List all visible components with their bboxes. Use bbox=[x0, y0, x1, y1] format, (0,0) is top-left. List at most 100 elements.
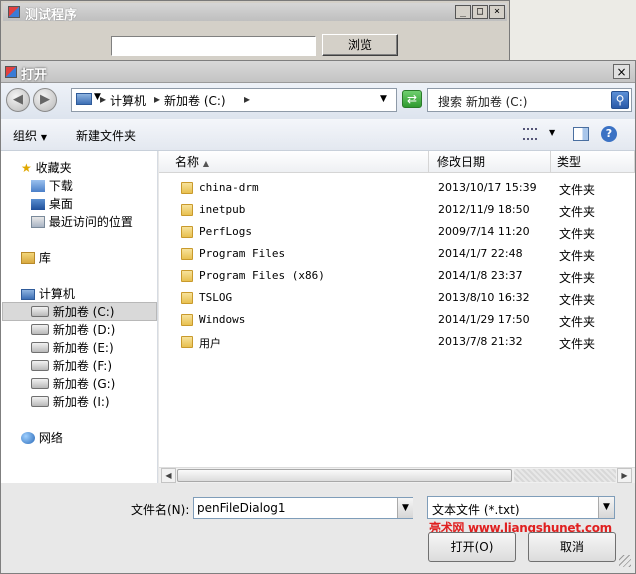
star-icon: ★ bbox=[21, 161, 32, 175]
sidebar-drive-i[interactable]: 新加卷 (I:) bbox=[31, 393, 110, 411]
file-name: inetpub bbox=[199, 203, 246, 216]
view-options-icon[interactable] bbox=[523, 128, 537, 140]
drive-icon bbox=[31, 324, 49, 335]
sidebar-item-computer[interactable]: 计算机 bbox=[21, 285, 75, 303]
network-icon bbox=[21, 432, 35, 444]
table-row[interactable]: PerfLogs 2009/7/14 11:20 文件夹 bbox=[173, 221, 633, 243]
drive-icon bbox=[31, 306, 49, 317]
table-row[interactable]: Program Files 2014/1/7 22:48 文件夹 bbox=[173, 243, 633, 265]
view-dropdown-arrow[interactable]: ▼ bbox=[549, 128, 555, 137]
sidebar-item-label: 新加卷 (G:) bbox=[52, 377, 116, 391]
search-icon[interactable]: ⚲ bbox=[611, 91, 629, 109]
drive-icon bbox=[31, 396, 49, 407]
file-name: 用户 bbox=[199, 337, 221, 350]
table-row[interactable]: Windows 2014/1/29 17:50 文件夹 bbox=[173, 309, 633, 331]
search-placeholder: 搜索 新加卷 (C:) bbox=[438, 95, 528, 109]
address-computer[interactable]: 计算机 bbox=[110, 92, 146, 109]
dialog-icon bbox=[5, 66, 17, 78]
file-type: 文件夹 bbox=[559, 249, 596, 263]
folder-icon bbox=[181, 248, 193, 260]
back-arrow-icon[interactable]: ◀ bbox=[6, 88, 30, 112]
sidebar-drive-c[interactable]: 新加卷 (C:) bbox=[31, 303, 114, 321]
table-row[interactable]: TSLOG 2013/8/10 16:32 文件夹 bbox=[173, 287, 633, 309]
sidebar-item-desktop[interactable]: 桌面 bbox=[31, 195, 73, 213]
sidebar-item-label: 新加卷 (F:) bbox=[52, 359, 113, 373]
organize-button[interactable]: 组织 ▼ bbox=[13, 127, 47, 144]
sidebar-item-recent[interactable]: 最近访问的位置 bbox=[31, 213, 133, 231]
file-date: 2013/7/8 21:32 bbox=[438, 335, 523, 348]
file-type: 文件夹 bbox=[559, 205, 596, 219]
chevron-down-icon: ▼ bbox=[40, 133, 47, 142]
dialog-titlebar: 打开 × bbox=[1, 61, 635, 83]
file-type: 文件夹 bbox=[559, 271, 596, 285]
file-name: PerfLogs bbox=[199, 225, 252, 238]
address-sep-3: ▸ bbox=[244, 92, 251, 106]
address-bar[interactable]: ▼ ▸ 计算机 ▸ 新加卷 (C:) ▸ ▼ bbox=[71, 88, 397, 112]
scrollbar-thumb[interactable] bbox=[177, 469, 512, 482]
file-type: 文件夹 bbox=[559, 293, 596, 307]
column-header-type[interactable]: 类型 bbox=[551, 151, 635, 173]
resize-grip[interactable] bbox=[619, 555, 631, 567]
open-file-dialog: 打开 × ◀ ▶ ▼ ▸ 计算机 ▸ 新加卷 (C:) ▸ ▼ ⇄ 搜索 新加卷… bbox=[0, 60, 636, 574]
filename-field[interactable]: penFileDialog1 ▼ bbox=[193, 497, 413, 519]
cancel-button[interactable]: 取消 bbox=[528, 532, 616, 562]
navigation-bar: ◀ ▶ ▼ ▸ 计算机 ▸ 新加卷 (C:) ▸ ▼ ⇄ 搜索 新加卷 (C:)… bbox=[1, 83, 635, 119]
file-selection-area: 文件名(N): penFileDialog1 ▼ 文本文件 (*.txt) ▼ … bbox=[1, 483, 635, 573]
drive-icon bbox=[31, 342, 49, 353]
scroll-left-arrow[interactable]: ◀ bbox=[161, 468, 176, 483]
chevron-down-icon[interactable]: ▼ bbox=[397, 498, 413, 518]
column-header-modified[interactable]: 修改日期 bbox=[429, 151, 551, 173]
file-date: 2013/8/10 16:32 bbox=[438, 291, 530, 304]
help-icon[interactable]: ? bbox=[601, 126, 617, 142]
open-button[interactable]: 打开(O) bbox=[428, 532, 516, 562]
chevron-down-icon[interactable]: ▼ bbox=[598, 497, 614, 518]
sidebar-drive-d[interactable]: 新加卷 (D:) bbox=[31, 321, 115, 339]
dialog-close-button[interactable]: × bbox=[613, 64, 630, 79]
filename-label: 文件名(N): bbox=[131, 503, 190, 517]
table-row[interactable]: china-drm 2013/10/17 15:39 文件夹 bbox=[173, 177, 633, 199]
table-row[interactable]: inetpub 2012/11/9 18:50 文件夹 bbox=[173, 199, 633, 221]
sidebar-item-network[interactable]: 网络 bbox=[21, 429, 63, 447]
filename-value: penFileDialog1 bbox=[197, 501, 286, 515]
file-date: 2009/7/14 11:20 bbox=[438, 225, 530, 238]
scrollbar-track bbox=[514, 469, 616, 482]
horizontal-scrollbar[interactable]: ◀ ▶ bbox=[159, 467, 635, 483]
folder-icon bbox=[181, 182, 193, 194]
sidebar-item-libraries[interactable]: 库 bbox=[21, 249, 51, 267]
maximize-button[interactable]: □ bbox=[472, 5, 488, 19]
file-date: 2013/10/17 15:39 bbox=[438, 181, 537, 194]
file-path-input[interactable] bbox=[111, 36, 316, 56]
file-name: Program Files (x86) bbox=[199, 269, 325, 282]
file-name: china-drm bbox=[199, 181, 259, 194]
close-button[interactable]: × bbox=[489, 5, 505, 19]
organize-label: 组织 bbox=[13, 129, 38, 143]
address-drive[interactable]: 新加卷 (C:) bbox=[164, 92, 226, 109]
sidebar-item-downloads[interactable]: 下载 bbox=[31, 177, 73, 195]
column-header-name[interactable]: 名称 ▲ bbox=[159, 151, 429, 173]
table-row[interactable]: Program Files (x86) 2014/1/8 23:37 文件夹 bbox=[173, 265, 633, 287]
sidebar-drive-f[interactable]: 新加卷 (F:) bbox=[31, 357, 112, 375]
window-title: 测试程序 bbox=[25, 8, 78, 23]
sidebar-drive-e[interactable]: 新加卷 (E:) bbox=[31, 339, 114, 357]
sidebar-drive-g[interactable]: 新加卷 (G:) bbox=[31, 375, 115, 393]
command-toolbar: 组织 ▼ 新建文件夹 ▼ ? bbox=[1, 119, 635, 151]
minimize-button[interactable]: _ bbox=[455, 5, 471, 19]
refresh-icon[interactable]: ⇄ bbox=[402, 90, 422, 108]
preview-pane-icon[interactable] bbox=[573, 127, 589, 141]
sidebar-item-label: 下载 bbox=[48, 179, 73, 193]
chevron-down-icon[interactable]: ▼ bbox=[380, 94, 387, 104]
table-row[interactable]: 用户 2013/7/8 21:32 文件夹 bbox=[173, 331, 633, 353]
dialog-title: 打开 bbox=[21, 68, 48, 83]
search-box[interactable]: 搜索 新加卷 (C:) ⚲ bbox=[427, 88, 632, 112]
folder-icon bbox=[181, 336, 193, 348]
forward-arrow-icon[interactable]: ▶ bbox=[33, 88, 57, 112]
new-folder-button[interactable]: 新建文件夹 bbox=[76, 127, 136, 144]
address-sep-2: ▸ bbox=[154, 92, 161, 106]
favorites-group[interactable]: ★ 收藏夹 bbox=[21, 159, 72, 177]
filetype-select[interactable]: 文本文件 (*.txt) ▼ bbox=[427, 496, 615, 519]
sidebar-item-label: 新加卷 (E:) bbox=[52, 341, 114, 355]
desktop-icon bbox=[31, 199, 45, 210]
browse-button[interactable]: 浏览 bbox=[322, 34, 398, 56]
file-date: 2012/11/9 18:50 bbox=[438, 203, 530, 216]
scroll-right-arrow[interactable]: ▶ bbox=[617, 468, 632, 483]
